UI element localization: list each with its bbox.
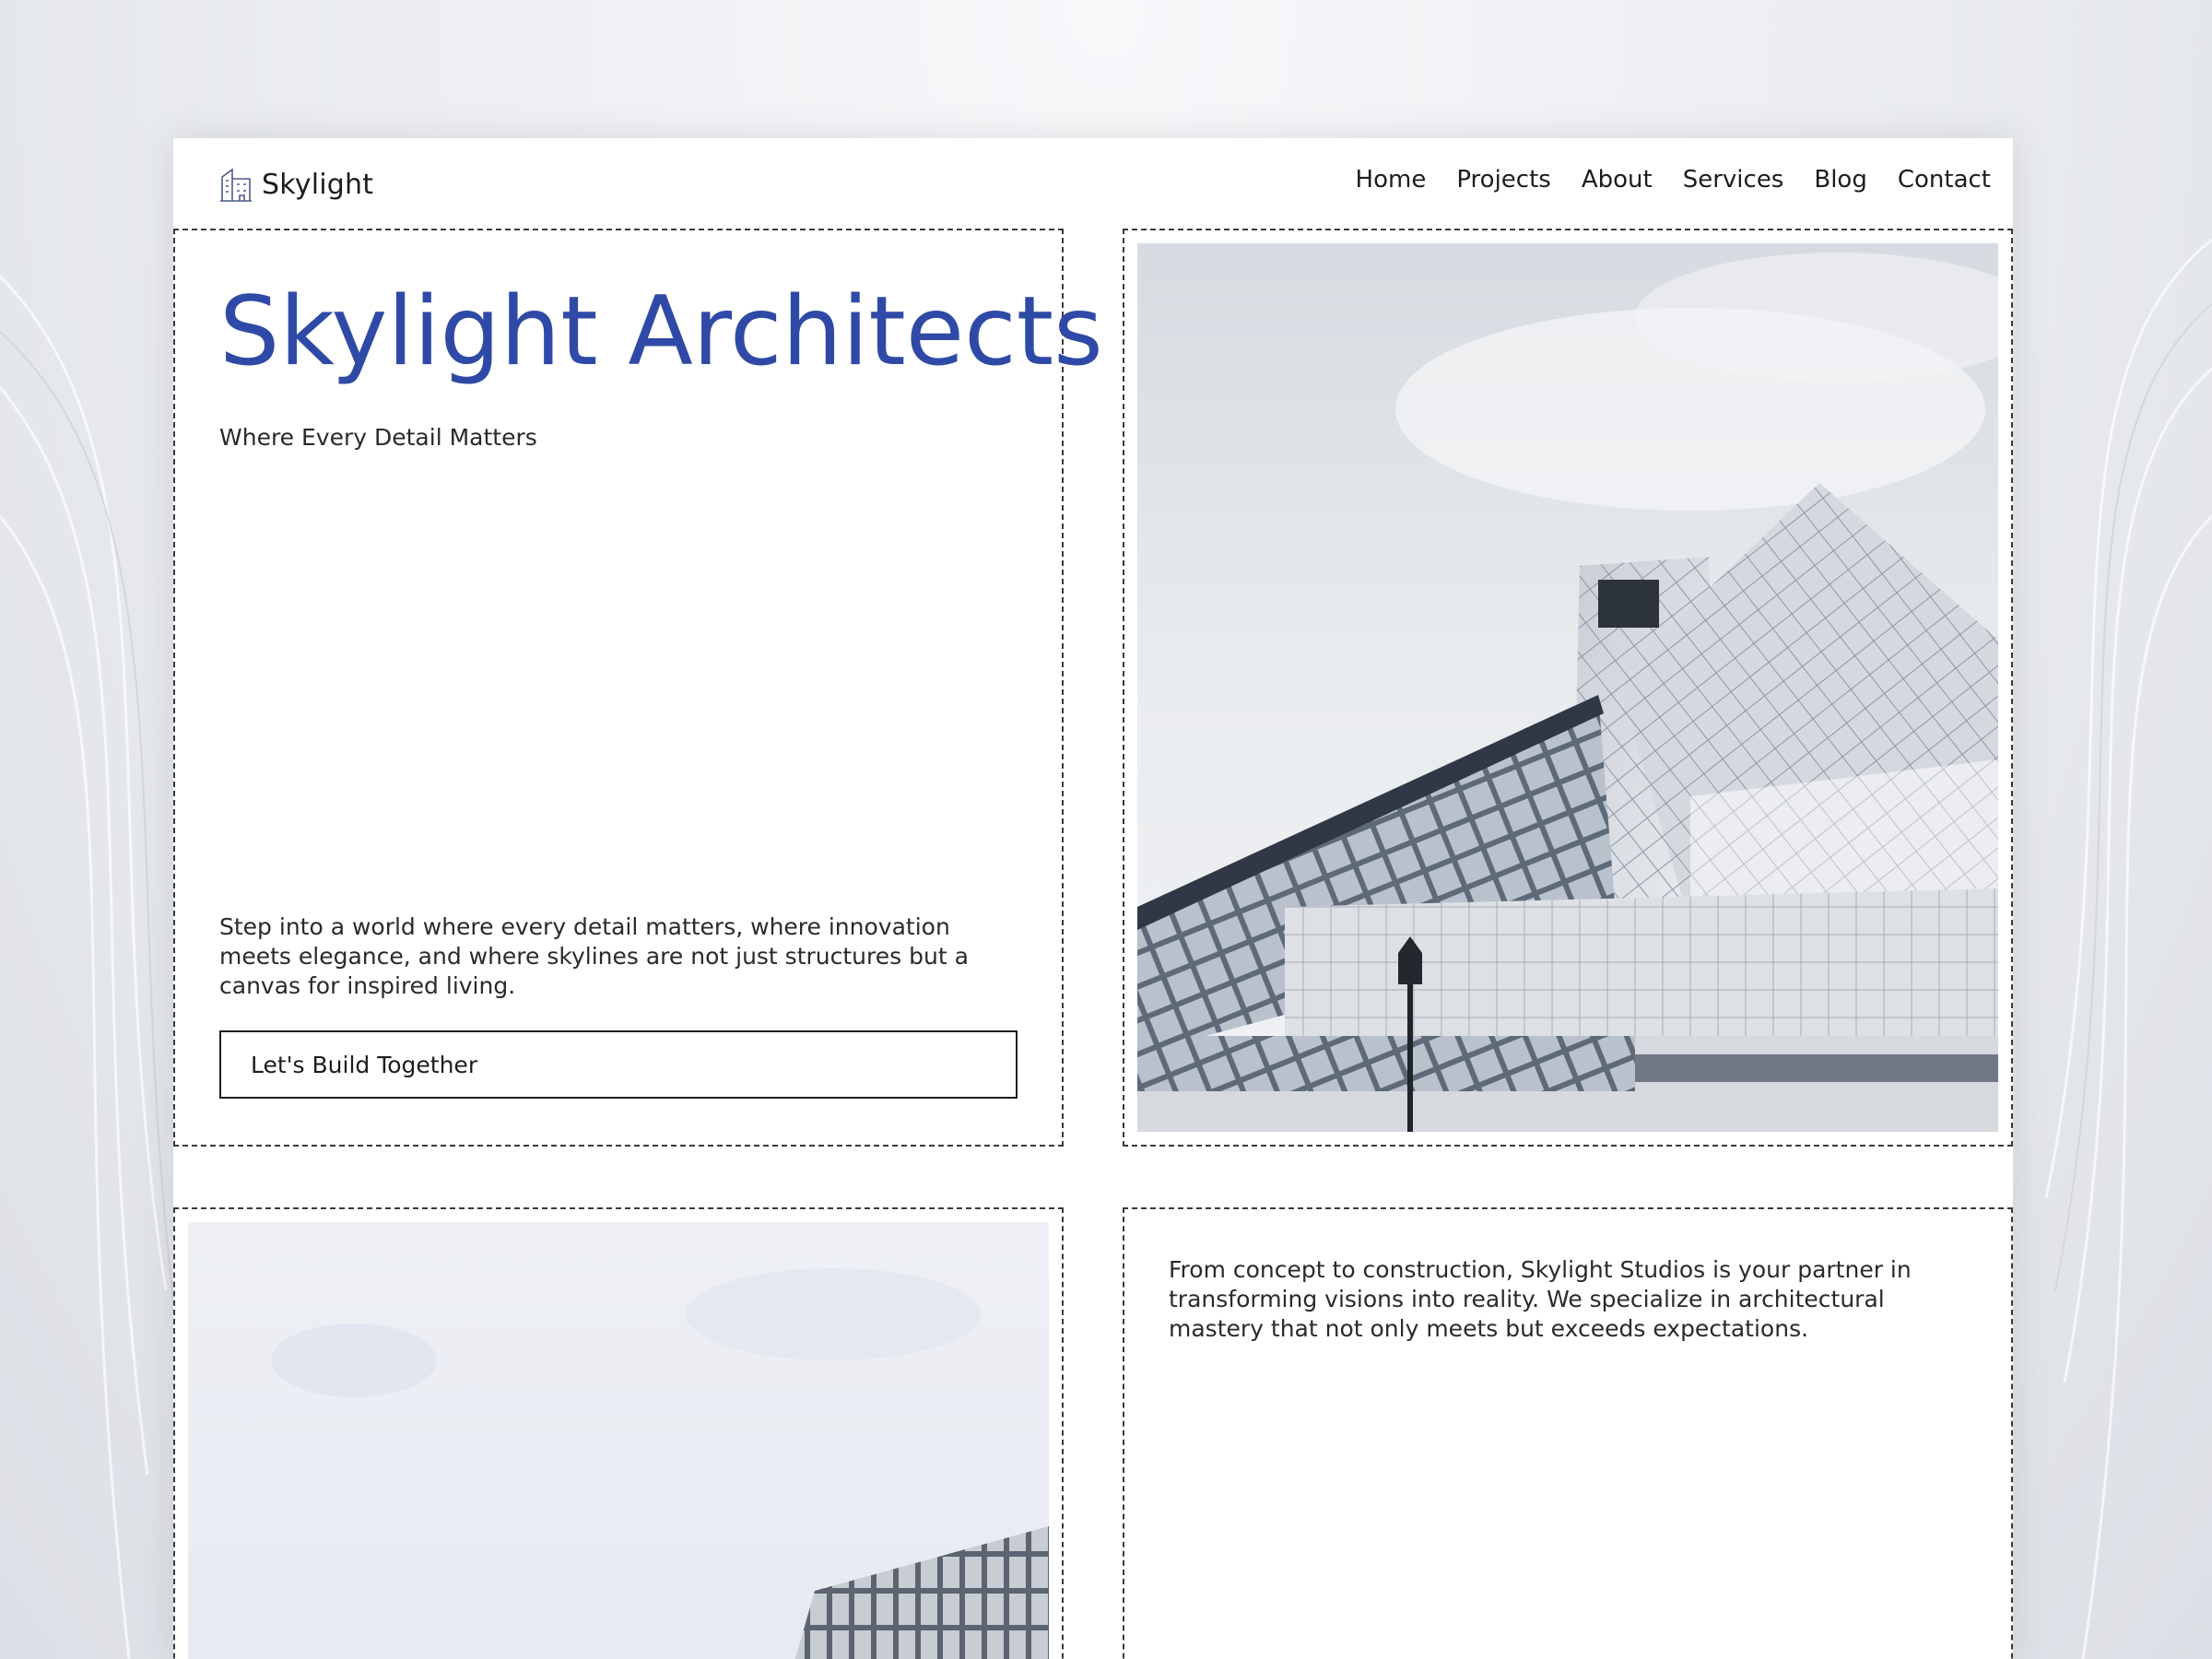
building-photo xyxy=(1137,243,1998,1132)
building-photo-2 xyxy=(188,1222,1049,1659)
about-description: From concept to construction, Skylight S… xyxy=(1169,1256,1912,1342)
nav-services[interactable]: Services xyxy=(1683,166,1784,194)
brand-name: Skylight xyxy=(262,168,374,201)
building-illustration xyxy=(1137,243,1998,1132)
website-page: Skylight Home Projects About Services Bl… xyxy=(173,138,2013,1659)
main-nav: Home Projects About Services Blog Contac… xyxy=(1356,166,1991,194)
secondary-image-card xyxy=(173,1207,1064,1659)
brand-logo[interactable]: Skylight xyxy=(219,166,373,203)
site-header: Skylight Home Projects About Services Bl… xyxy=(173,138,2013,229)
hero-card: Skylight Architects Where Every Detail M… xyxy=(173,229,1103,1147)
nav-blog[interactable]: Blog xyxy=(1814,166,1866,194)
cta-button[interactable]: Let's Build Together xyxy=(219,1030,1018,1099)
nav-home[interactable]: Home xyxy=(1356,166,1427,194)
building-illustration-2 xyxy=(188,1222,1049,1659)
nav-about[interactable]: About xyxy=(1582,166,1653,194)
hero-subtitle: Where Every Detail Matters xyxy=(219,424,537,451)
nav-contact[interactable]: Contact xyxy=(1898,166,1991,194)
about-card: From concept to construction, Skylight S… xyxy=(1123,1207,2013,1659)
nav-projects[interactable]: Projects xyxy=(1456,166,1551,194)
hero-image-card xyxy=(1123,229,2013,1147)
building-icon xyxy=(220,168,252,202)
hero-description: Step into a world where every detail mat… xyxy=(219,913,969,999)
hero-title: Skylight Architects xyxy=(219,276,1103,387)
